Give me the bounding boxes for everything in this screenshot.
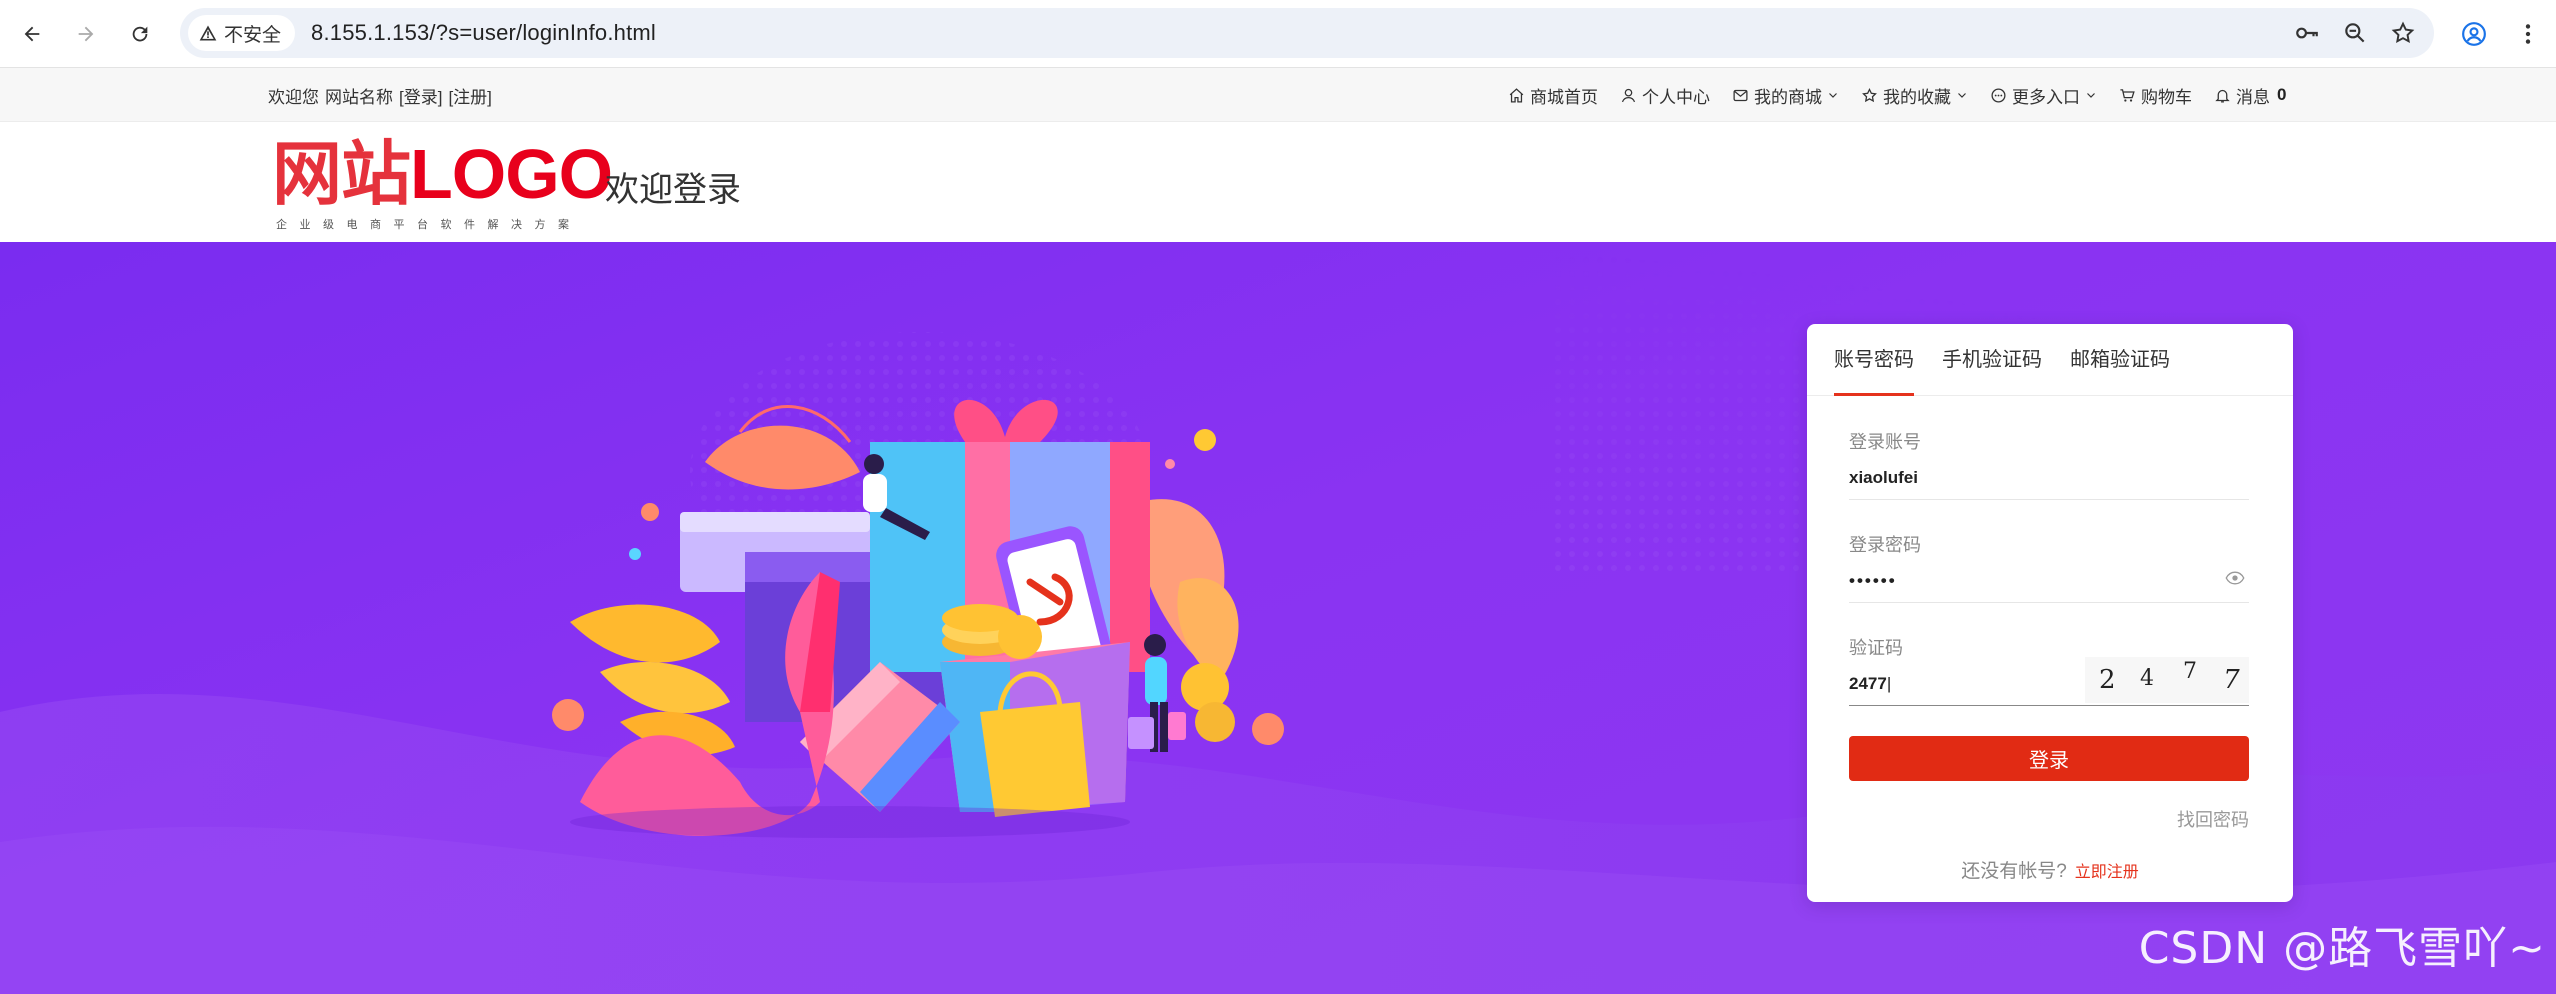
bookmark-star-icon[interactable] bbox=[2390, 20, 2416, 46]
account-input[interactable]: xiaolufei bbox=[1849, 468, 2249, 492]
login-tabs: 账号密码 手机验证码 邮箱验证码 bbox=[1807, 324, 2293, 396]
forward-button[interactable] bbox=[66, 14, 106, 54]
eye-icon[interactable] bbox=[2225, 568, 2245, 588]
arrow-left-icon bbox=[24, 26, 40, 42]
security-label: 不安全 bbox=[224, 24, 282, 46]
nav-home-label: 商城首页 bbox=[1530, 87, 1598, 107]
account-label: 登录账号 bbox=[1849, 432, 1921, 452]
key-icon[interactable] bbox=[2294, 20, 2320, 46]
csdn-watermark: CSDN @路飞雪吖~ bbox=[2138, 923, 2546, 974]
mail-icon bbox=[1733, 89, 1748, 101]
captcha-image[interactable]: 2 4 7 7 bbox=[2085, 657, 2249, 703]
account-field[interactable]: 登录账号 xiaolufei bbox=[1849, 428, 2249, 500]
register-link[interactable]: 立即注册 bbox=[2075, 864, 2139, 881]
captcha-char: 4 bbox=[2140, 666, 2154, 691]
nav-cart-label: 购物车 bbox=[2141, 87, 2192, 107]
chevron-down-icon bbox=[1958, 93, 1966, 98]
nav-my-mall[interactable]: 我的商城 bbox=[1732, 83, 1839, 108]
nav-favorites[interactable]: 我的收藏 bbox=[1861, 83, 1968, 108]
nav-user-center[interactable]: 个人中心 bbox=[1620, 83, 1710, 108]
tab-phone-code[interactable]: 手机验证码 bbox=[1942, 324, 2042, 395]
nav-messages[interactable]: 消息 0 bbox=[2214, 83, 2286, 108]
chevron-down-icon bbox=[2087, 93, 2095, 98]
no-account-text: 还没有帐号? bbox=[1961, 861, 2067, 882]
forgot-password-link[interactable]: 找回密码 bbox=[2177, 806, 2249, 832]
cart-icon bbox=[2120, 88, 2135, 102]
nav-more-entries[interactable]: 更多入口 bbox=[1990, 83, 2097, 108]
nav-more-entries-label: 更多入口 bbox=[2012, 87, 2080, 107]
nav-favorites-label: 我的收藏 bbox=[1883, 87, 1951, 107]
logo-cn: 网站 bbox=[272, 135, 411, 213]
profile-button[interactable] bbox=[2454, 14, 2494, 54]
logo-en: LOGO bbox=[410, 135, 613, 213]
topbar-register-link[interactable]: [注册] bbox=[448, 83, 491, 108]
more-icon bbox=[1991, 87, 2006, 103]
nav-home[interactable]: 商城首页 bbox=[1508, 83, 1598, 108]
address-bar[interactable]: 不安全 8.155.1.153/?s=user/loginInfo.html bbox=[180, 8, 2434, 58]
password-input[interactable]: •••••• bbox=[1849, 571, 2249, 595]
nav-my-mall-label: 我的商城 bbox=[1754, 87, 1822, 107]
browser-menu-button[interactable] bbox=[2508, 14, 2548, 54]
reload-icon bbox=[132, 26, 148, 42]
more-vert-icon bbox=[2525, 24, 2531, 44]
captcha-input-value: 2477 bbox=[1849, 674, 1887, 693]
site-name: 网站名称 bbox=[325, 87, 393, 107]
logo-tagline: 企业级电商平台软件解决方案 bbox=[276, 219, 582, 231]
site-header: 网站LOGO 企业级电商平台软件解决方案 欢迎登录 bbox=[0, 122, 2556, 242]
profile-icon bbox=[2462, 22, 2486, 46]
topbar-welcome: 欢迎您 网站名称 [登录] [注册] bbox=[268, 68, 492, 122]
user-icon bbox=[1621, 88, 1636, 102]
chevron-down-icon bbox=[1829, 93, 1837, 98]
register-prompt: 还没有帐号? 立即注册 bbox=[1807, 856, 2293, 883]
reload-button[interactable] bbox=[120, 14, 160, 54]
logo-text: 网站LOGO bbox=[272, 135, 613, 213]
back-button[interactable] bbox=[12, 14, 52, 54]
nav-messages-label: 消息 bbox=[2236, 87, 2270, 107]
nav-user-center-label: 个人中心 bbox=[1642, 87, 1710, 107]
topbar-nav: 商城首页 个人中心 我的商城 我的收藏 更多入口 购物车 消息 0 bbox=[1508, 68, 2286, 122]
password-field[interactable]: 登录密码 •••••• bbox=[1849, 531, 2249, 603]
tab-account-password[interactable]: 账号密码 bbox=[1834, 324, 1914, 396]
captcha-char: 7 bbox=[2220, 665, 2243, 695]
site-logo[interactable]: 网站LOGO 企业级电商平台软件解决方案 bbox=[272, 135, 613, 232]
captcha-char: 7 bbox=[2183, 659, 2197, 684]
url-actions bbox=[2294, 8, 2416, 58]
url-text[interactable]: 8.155.1.153/?s=user/loginInfo.html bbox=[311, 20, 656, 46]
bell-icon bbox=[2215, 89, 2230, 103]
page-title: 欢迎登录 bbox=[605, 171, 741, 209]
nav-cart[interactable]: 购物车 bbox=[2119, 83, 2192, 108]
zoom-icon[interactable] bbox=[2342, 20, 2368, 46]
home-icon bbox=[1509, 87, 1524, 103]
captcha-char: 2 bbox=[2099, 665, 2116, 695]
site-topbar: 欢迎您 网站名称 [登录] [注册] 商城首页 个人中心 我的商城 我的收藏 更… bbox=[0, 68, 2556, 122]
login-button[interactable]: 登录 bbox=[1849, 736, 2249, 781]
tab-email-code[interactable]: 邮箱验证码 bbox=[2070, 324, 2170, 395]
password-label: 登录密码 bbox=[1849, 535, 1921, 555]
topbar-login-link[interactable]: [登录] bbox=[399, 83, 442, 108]
security-chip[interactable]: 不安全 bbox=[188, 15, 296, 51]
star-icon bbox=[1862, 87, 1877, 102]
browser-toolbar: 不安全 8.155.1.153/?s=user/loginInfo.html bbox=[0, 0, 2556, 68]
message-count: 0 bbox=[2277, 85, 2287, 104]
welcome-text: 欢迎您 bbox=[268, 87, 319, 107]
login-panel: 账号密码 手机验证码 邮箱验证码 登录账号 xiaolufei 登录密码 •••… bbox=[1807, 324, 2293, 902]
captcha-field[interactable]: 验证码 2477| 2 4 7 7 bbox=[1849, 634, 2249, 706]
arrow-right-icon bbox=[78, 26, 94, 42]
warning-icon bbox=[199, 25, 217, 41]
